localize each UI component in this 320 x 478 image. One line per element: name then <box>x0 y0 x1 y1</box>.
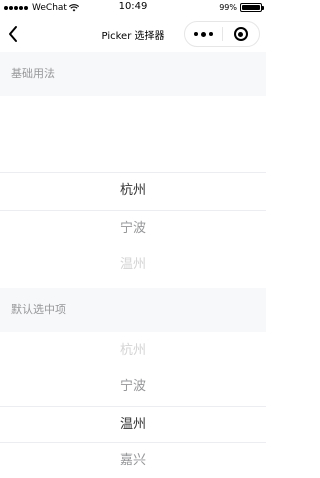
picker-option[interactable]: 宁波 <box>0 210 266 248</box>
nav-bar: Picker 选择器 <box>0 16 266 52</box>
picker-option[interactable]: 嘉兴 <box>0 442 266 478</box>
target-close-icon[interactable] <box>222 22 259 46</box>
picker-option[interactable]: 宁波 <box>0 368 266 406</box>
section-header-default: 默认选中项 <box>0 288 266 332</box>
picker-option[interactable]: 杭州 <box>0 172 266 210</box>
battery-icon <box>240 3 264 12</box>
mini-program-capsule <box>184 21 260 47</box>
section-header-basic: 基础用法 <box>0 52 266 96</box>
status-right: 99% <box>219 3 264 12</box>
picker-option[interactable]: 温州 <box>0 246 266 284</box>
picker-option[interactable]: 温州 <box>0 406 266 444</box>
more-dots-icon[interactable] <box>185 22 222 46</box>
status-bar: WeChat 10:49 99% <box>0 0 266 16</box>
picker-default-selected[interactable]: 杭州 宁波 温州 嘉兴 <box>0 332 266 478</box>
picker-option[interactable]: 杭州 <box>0 332 266 370</box>
picker-basic[interactable]: 杭州 宁波 温州 <box>0 96 266 284</box>
battery-percent: 99% <box>219 3 237 12</box>
battery-fill <box>242 5 260 10</box>
